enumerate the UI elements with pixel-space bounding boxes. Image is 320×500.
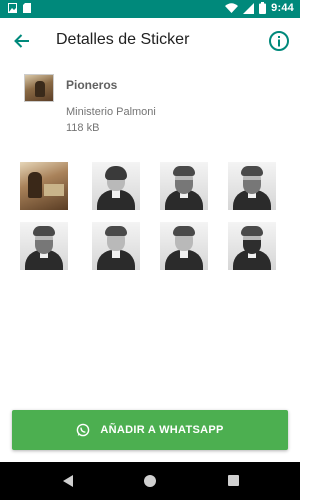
wifi-icon <box>225 3 239 13</box>
sticker-3[interactable] <box>160 162 208 210</box>
sd-card-icon <box>23 3 31 13</box>
back-button[interactable] <box>10 29 34 53</box>
arrow-back-icon <box>14 34 29 48</box>
pack-publisher: Ministerio Palmoni <box>66 106 156 118</box>
info-icon <box>269 31 289 51</box>
status-time: 9:44 <box>271 2 294 14</box>
whatsapp-icon <box>77 423 90 437</box>
add-button-label: AÑADIR A WHATSAPP <box>100 424 224 436</box>
sticker-7[interactable] <box>160 222 208 270</box>
info-button[interactable] <box>268 30 290 52</box>
notification-image-icon <box>8 3 17 13</box>
sticker-5[interactable] <box>20 222 68 270</box>
page-title: Detalles de Sticker <box>56 31 190 48</box>
sticker-2[interactable] <box>92 162 140 210</box>
app-bar: Detalles de Sticker <box>0 18 300 64</box>
sticker-details-screen: 9:44 Detalles de Sticker Pioneros Minist… <box>0 0 300 500</box>
nav-home-icon[interactable] <box>144 475 156 487</box>
sticker-4[interactable] <box>228 162 276 210</box>
system-nav-bar <box>0 462 300 500</box>
status-bar: 9:44 <box>0 0 300 18</box>
nav-back-icon[interactable] <box>62 474 74 488</box>
battery-icon <box>259 2 267 14</box>
sticker-1[interactable] <box>20 162 68 210</box>
pack-name: Pioneros <box>66 78 118 92</box>
pack-tray-icon <box>24 74 54 102</box>
signal-icon <box>243 2 255 14</box>
nav-recents-icon[interactable] <box>228 475 239 486</box>
sticker-8[interactable] <box>228 222 276 270</box>
add-to-whatsapp-button[interactable]: AÑADIR A WHATSAPP <box>12 410 288 450</box>
sticker-6[interactable] <box>92 222 140 270</box>
pack-size: 118 kB <box>66 122 100 134</box>
